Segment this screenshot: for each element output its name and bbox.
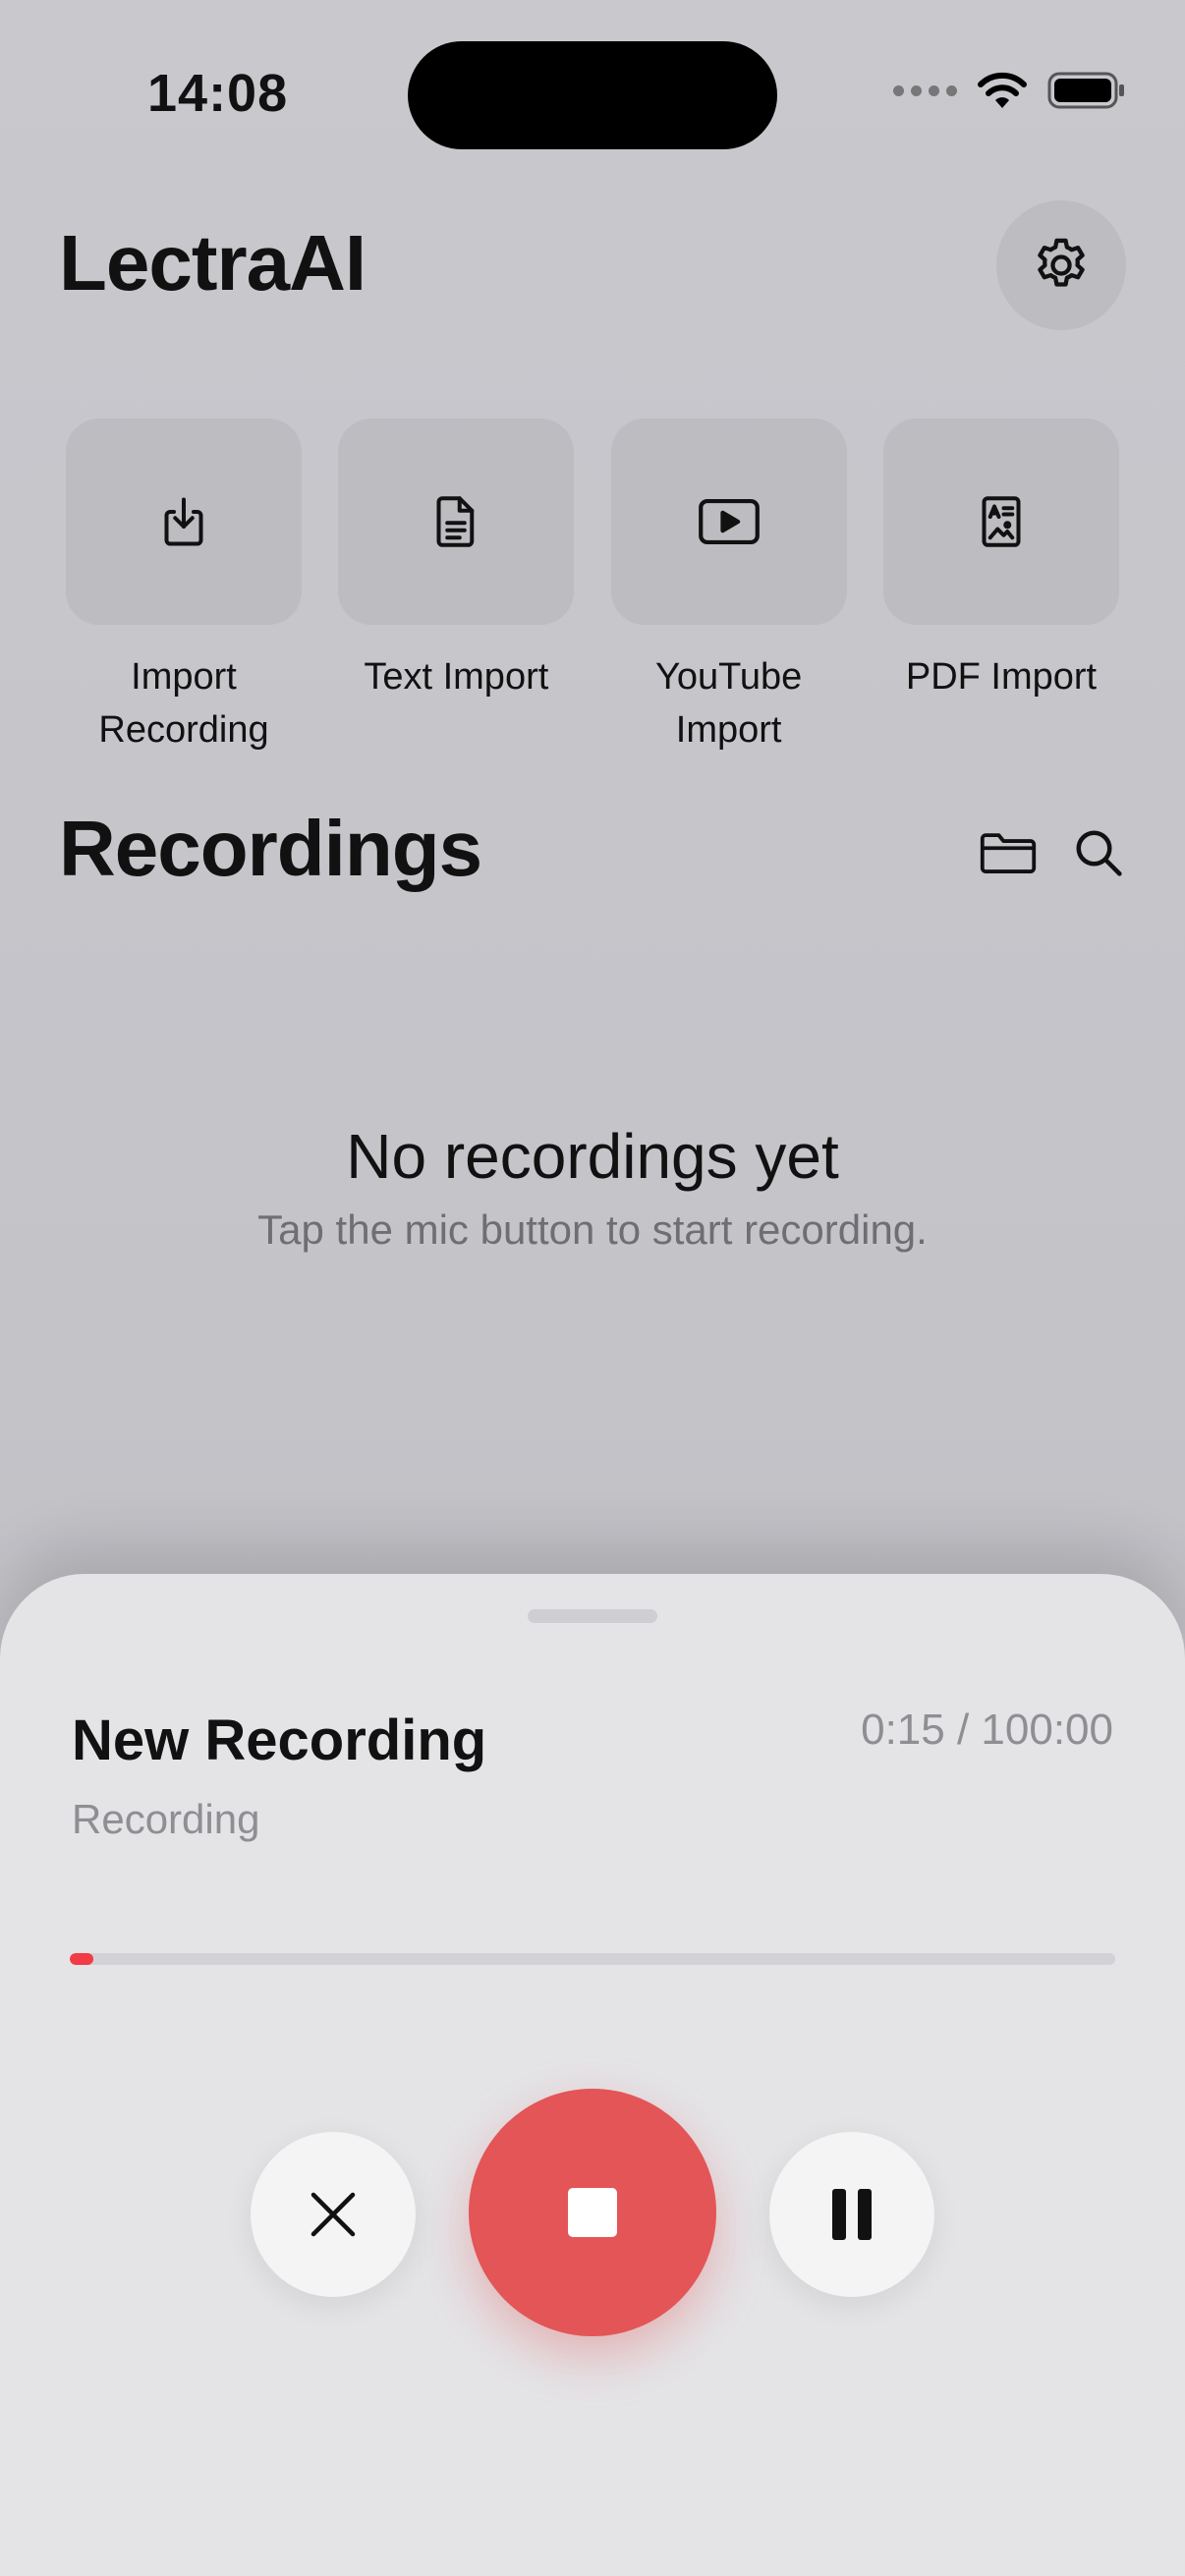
cancel-recording-button[interactable] xyxy=(251,2132,416,2297)
status-time: 14:08 xyxy=(147,64,289,123)
empty-state-subtitle: Tap the mic button to start recording. xyxy=(257,1206,928,1253)
pause-icon xyxy=(832,2189,872,2240)
recording-progress-track xyxy=(70,1953,1115,1965)
wifi-icon xyxy=(978,72,1027,108)
text-import-button[interactable]: Text Import xyxy=(338,419,575,756)
folder-icon xyxy=(980,833,1037,873)
search-icon xyxy=(1076,830,1122,876)
youtube-import-label: YouTube Import xyxy=(654,656,803,751)
pause-recording-button[interactable] xyxy=(769,2132,934,2297)
text-import-label: Text Import xyxy=(364,656,549,698)
recorder-sheet: New Recording 0:15 / 100:00 Recording xyxy=(0,1574,1185,2576)
pdf-document-icon xyxy=(982,496,1021,547)
recordings-title: Recordings xyxy=(59,805,482,892)
stop-icon xyxy=(568,2188,617,2237)
recording-status: Recording xyxy=(72,1796,260,1842)
folders-button[interactable] xyxy=(977,821,1040,884)
stop-recording-button[interactable] xyxy=(469,2089,716,2336)
play-rectangle-icon xyxy=(698,498,760,545)
close-icon xyxy=(310,2192,356,2237)
status-bar: 14:08 xyxy=(0,0,1185,187)
document-text-icon xyxy=(436,496,475,547)
pdf-import-button[interactable]: PDF Import xyxy=(882,419,1119,756)
youtube-import-tile[interactable] xyxy=(610,419,847,625)
recording-elapsed-time: 0:15 / 100:00 xyxy=(861,1706,1113,1754)
download-tray-icon xyxy=(164,497,203,546)
cellular-signal-icon xyxy=(893,84,957,96)
battery-icon xyxy=(1047,72,1124,109)
search-button[interactable] xyxy=(1067,821,1130,884)
pdf-import-tile[interactable] xyxy=(882,419,1119,625)
dynamic-island xyxy=(408,41,777,149)
import-recording-button[interactable]: Import Recording xyxy=(66,419,302,756)
youtube-import-button[interactable]: YouTube Import xyxy=(610,419,847,756)
status-icons xyxy=(893,71,1126,110)
pdf-import-label: PDF Import xyxy=(905,656,1098,698)
import-actions: Import Recording Text Import YouTube Imp… xyxy=(66,419,1119,756)
recording-title: New Recording xyxy=(72,1708,487,1772)
text-import-tile[interactable] xyxy=(338,419,575,625)
settings-button[interactable] xyxy=(996,200,1126,330)
import-recording-label: Import Recording xyxy=(98,656,269,751)
app-title: LectraAI xyxy=(59,219,367,307)
gear-icon xyxy=(1038,238,1085,287)
empty-state-title: No recordings yet xyxy=(346,1121,839,1192)
sheet-grabber[interactable] xyxy=(528,1609,657,1623)
import-recording-tile[interactable] xyxy=(66,419,302,625)
recording-progress-fill xyxy=(70,1953,93,1965)
